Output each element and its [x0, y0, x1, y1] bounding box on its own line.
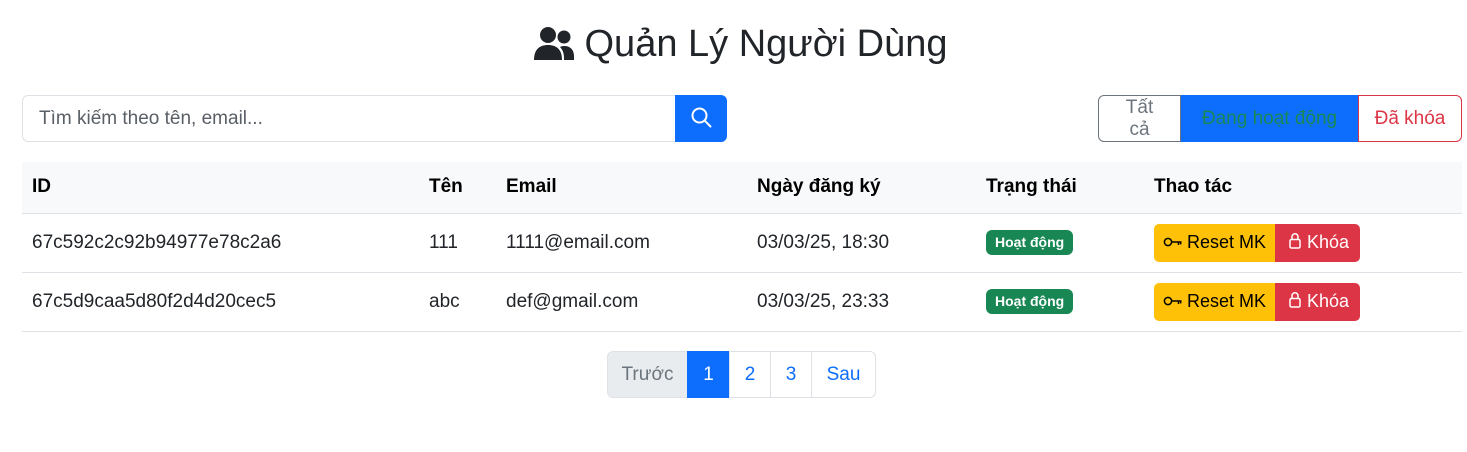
cell-name: abc	[419, 272, 496, 332]
action-group: Reset MK Khóa	[1154, 223, 1361, 262]
lock-user-button[interactable]: Khóa	[1275, 282, 1361, 321]
key-icon	[1163, 232, 1183, 253]
pagination-next[interactable]: Sau	[811, 351, 876, 398]
cell-actions: Reset MK Khóa	[1144, 272, 1462, 332]
lock-user-label: Khóa	[1307, 232, 1350, 252]
search-icon	[691, 107, 712, 131]
lock-icon	[1289, 291, 1301, 313]
filter-active-button[interactable]: Đang hoạt động	[1181, 95, 1358, 142]
filter-locked-button[interactable]: Đã khóa	[1358, 95, 1462, 142]
pagination: Trước 1 2 3 Sau	[607, 351, 876, 398]
column-header-email: Email	[496, 162, 747, 214]
cell-date: 03/03/25, 18:30	[747, 213, 976, 273]
cell-id: 67c5d9caa5d80f2d4d20cec5	[22, 272, 419, 332]
reset-password-button[interactable]: Reset MK	[1154, 223, 1276, 262]
cell-id: 67c592c2c92b94977e78c2a6	[22, 213, 419, 273]
key-icon	[1163, 291, 1183, 312]
search-button[interactable]	[675, 95, 727, 142]
lock-user-button[interactable]: Khóa	[1275, 223, 1361, 262]
table-row: 67c592c2c92b94977e78c2a6 111 1111@email.…	[22, 213, 1462, 273]
pagination-page-2[interactable]: 2	[729, 351, 771, 398]
cell-status: Hoạt động	[976, 213, 1144, 273]
cell-status: Hoạt động	[976, 272, 1144, 332]
reset-password-label: Reset MK	[1187, 291, 1267, 311]
status-badge: Hoạt động	[986, 230, 1074, 255]
reset-password-button[interactable]: Reset MK	[1154, 282, 1276, 321]
filter-all-button[interactable]: Tất cả	[1098, 95, 1181, 142]
page-title-text: Quản Lý Người Dùng	[584, 22, 948, 65]
cell-email: def@gmail.com	[496, 272, 747, 332]
status-filter-group: Tất cả Đang hoạt động Đã khóa	[1098, 95, 1462, 142]
cell-email: 1111@email.com	[496, 213, 747, 273]
reset-password-label: Reset MK	[1187, 232, 1267, 252]
column-header-actions: Thao tác	[1144, 162, 1462, 214]
pagination-page-1[interactable]: 1	[687, 351, 730, 398]
pagination-page-3[interactable]: 3	[770, 351, 812, 398]
users-icon	[533, 26, 575, 62]
column-header-name: Tên	[419, 162, 496, 214]
column-header-id: ID	[22, 162, 419, 214]
cell-date: 03/03/25, 23:33	[747, 272, 976, 332]
table-header-row: ID Tên Email Ngày đăng ký Trạng thái Tha…	[22, 162, 1462, 214]
search-group	[22, 95, 727, 142]
lock-user-label: Khóa	[1307, 291, 1350, 311]
column-header-date: Ngày đăng ký	[747, 162, 976, 214]
lock-icon	[1289, 232, 1301, 254]
users-table: ID Tên Email Ngày đăng ký Trạng thái Tha…	[22, 162, 1462, 332]
search-input[interactable]	[22, 95, 675, 142]
column-header-status: Trạng thái	[976, 162, 1144, 214]
status-badge: Hoạt động	[986, 289, 1074, 314]
pagination-prev[interactable]: Trước	[607, 351, 688, 398]
page-title: Quản Lý Người Dùng	[0, 20, 1467, 68]
cell-name: 111	[419, 213, 496, 273]
cell-actions: Reset MK Khóa	[1144, 213, 1462, 273]
table-row: 67c5d9caa5d80f2d4d20cec5 abc def@gmail.c…	[22, 272, 1462, 332]
action-group: Reset MK Khóa	[1154, 282, 1361, 321]
